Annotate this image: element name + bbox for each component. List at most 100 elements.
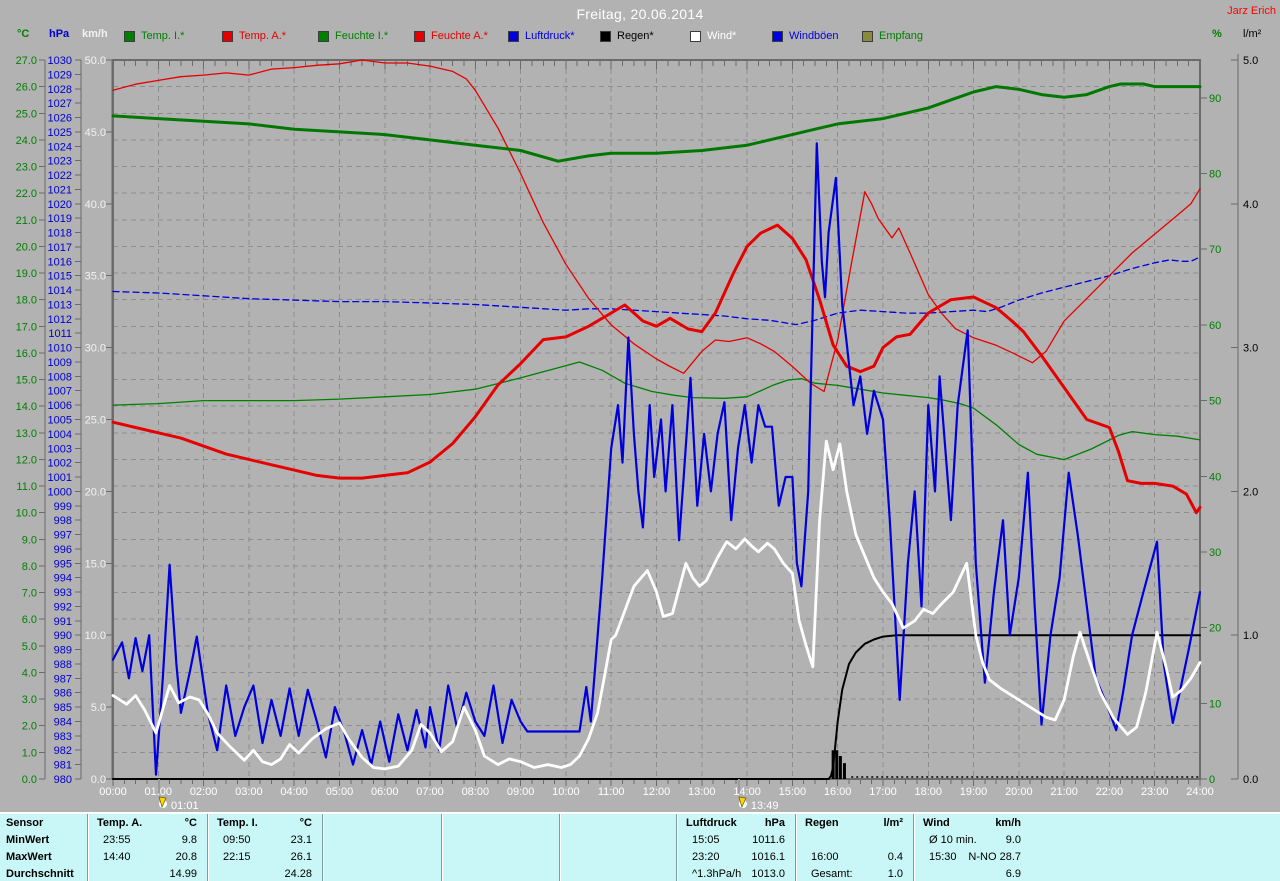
svg-text:40.0: 40.0 bbox=[85, 199, 106, 211]
svg-text:10.0: 10.0 bbox=[16, 508, 37, 520]
svg-text:07:00: 07:00 bbox=[416, 786, 444, 798]
svg-text:35.0: 35.0 bbox=[85, 271, 106, 283]
svg-text:981: 981 bbox=[54, 760, 72, 772]
svg-text:9.0: 9.0 bbox=[22, 534, 37, 546]
svg-text:10.0: 10.0 bbox=[85, 630, 106, 642]
svg-text:25.0: 25.0 bbox=[85, 415, 106, 427]
svg-text:994: 994 bbox=[54, 573, 72, 585]
table-col-unit: l/m² bbox=[883, 817, 903, 829]
svg-text:04:00: 04:00 bbox=[280, 786, 308, 798]
table-cell-value: 24.28 bbox=[284, 868, 312, 880]
sun-marker-icon bbox=[738, 796, 747, 809]
svg-text:982: 982 bbox=[54, 745, 72, 757]
svg-text:90: 90 bbox=[1209, 93, 1221, 105]
svg-text:983: 983 bbox=[54, 731, 72, 743]
svg-text:13:49: 13:49 bbox=[751, 800, 779, 812]
svg-text:26.0: 26.0 bbox=[16, 82, 37, 94]
table-col-unit: hPa bbox=[764, 817, 785, 829]
svg-text:5.0: 5.0 bbox=[91, 702, 106, 714]
svg-text:15.0: 15.0 bbox=[16, 375, 37, 387]
svg-text:997: 997 bbox=[54, 530, 72, 542]
axis-pct: 0 10 20 30 40 50 60 70 80 90 bbox=[1200, 93, 1221, 786]
svg-text:1021: 1021 bbox=[48, 184, 72, 196]
svg-text:45.0: 45.0 bbox=[85, 127, 106, 139]
svg-text:1.0: 1.0 bbox=[1243, 630, 1258, 642]
svg-text:25.0: 25.0 bbox=[16, 108, 37, 120]
svg-text:3.0: 3.0 bbox=[22, 694, 37, 706]
svg-text:30.0: 30.0 bbox=[85, 343, 106, 355]
svg-text:1005: 1005 bbox=[48, 415, 72, 427]
table-cell-value: 1.0 bbox=[887, 868, 903, 880]
svg-text:22:00: 22:00 bbox=[1096, 786, 1124, 798]
svg-text:6.0: 6.0 bbox=[22, 614, 37, 626]
svg-text:1024: 1024 bbox=[48, 141, 72, 153]
svg-text:992: 992 bbox=[54, 601, 72, 613]
svg-text:24:00: 24:00 bbox=[1186, 786, 1214, 798]
table-divider bbox=[441, 814, 442, 881]
svg-text:08:00: 08:00 bbox=[462, 786, 490, 798]
svg-text:1007: 1007 bbox=[48, 386, 72, 398]
svg-text:0: 0 bbox=[1209, 774, 1215, 786]
svg-text:1018: 1018 bbox=[48, 228, 72, 240]
svg-text:00:00: 00:00 bbox=[99, 786, 127, 798]
table-col-unit: °C bbox=[299, 817, 312, 829]
svg-text:1008: 1008 bbox=[48, 371, 72, 383]
svg-text:60: 60 bbox=[1209, 320, 1221, 332]
svg-text:20:00: 20:00 bbox=[1005, 786, 1033, 798]
table-cell-value: 6.9 bbox=[1005, 868, 1021, 880]
table-divider bbox=[795, 814, 796, 881]
svg-text:50.0: 50.0 bbox=[85, 55, 106, 67]
svg-text:21:00: 21:00 bbox=[1050, 786, 1078, 798]
table-cell-value: 9.0 bbox=[1005, 834, 1021, 846]
svg-text:993: 993 bbox=[54, 587, 72, 599]
svg-text:1.0: 1.0 bbox=[22, 747, 37, 759]
weather-chart-svg: 0.0 1.0 2.0 3.0 4.0 5.0 6.0 7.0 8.0 9.0 10.0 11.0 12… bbox=[16, 54, 1258, 812]
table-cell-value: 1011.6 bbox=[752, 834, 785, 846]
plot-border bbox=[112, 59, 1201, 780]
svg-text:15.0: 15.0 bbox=[85, 558, 106, 570]
svg-text:1023: 1023 bbox=[48, 156, 72, 168]
svg-text:0.0: 0.0 bbox=[91, 774, 106, 786]
table-row-label: MaxWert bbox=[6, 851, 52, 863]
svg-text:1006: 1006 bbox=[48, 400, 72, 412]
svg-text:70: 70 bbox=[1209, 244, 1221, 256]
table-col-unit: km/h bbox=[995, 817, 1021, 829]
svg-text:1014: 1014 bbox=[48, 285, 72, 297]
table-divider bbox=[676, 814, 677, 881]
table-row-label: Sensor bbox=[6, 817, 44, 829]
svg-text:01:01: 01:01 bbox=[171, 800, 199, 812]
table-cell-value: 1016.1 bbox=[751, 851, 785, 863]
svg-text:5.0: 5.0 bbox=[1243, 55, 1258, 67]
svg-text:05:00: 05:00 bbox=[326, 786, 354, 798]
svg-text:17:00: 17:00 bbox=[869, 786, 897, 798]
table-divider bbox=[559, 814, 560, 881]
svg-text:0.0: 0.0 bbox=[22, 774, 37, 786]
table-divider bbox=[87, 814, 88, 881]
svg-text:16.0: 16.0 bbox=[16, 348, 37, 360]
svg-text:10:00: 10:00 bbox=[552, 786, 580, 798]
svg-text:80: 80 bbox=[1209, 169, 1221, 181]
table-cell-value: N-NO 28.7 bbox=[968, 851, 1021, 863]
table-cell-value: 20.8 bbox=[175, 851, 197, 863]
svg-text:18:00: 18:00 bbox=[914, 786, 942, 798]
svg-text:990: 990 bbox=[54, 630, 72, 642]
table-cell-value: 1013.0 bbox=[751, 868, 785, 880]
svg-text:1020: 1020 bbox=[48, 199, 72, 211]
svg-text:1026: 1026 bbox=[48, 113, 72, 125]
svg-text:11:00: 11:00 bbox=[598, 786, 625, 798]
axis-c: 0.0 1.0 2.0 3.0 4.0 5.0 6.0 7.0 8.0 9.0 10.0 11.0 12… bbox=[16, 55, 46, 786]
table-cell-value: 0.4 bbox=[887, 851, 903, 863]
svg-text:985: 985 bbox=[54, 702, 72, 714]
moon-marker-icon bbox=[158, 796, 168, 809]
table-cell-value: 26.1 bbox=[290, 851, 312, 863]
table-col-unit: °C bbox=[184, 817, 197, 829]
table-row-label: MinWert bbox=[6, 834, 50, 846]
svg-text:02:00: 02:00 bbox=[190, 786, 218, 798]
svg-text:986: 986 bbox=[54, 688, 72, 700]
svg-text:23.0: 23.0 bbox=[16, 162, 37, 174]
svg-text:1004: 1004 bbox=[48, 429, 72, 441]
svg-text:11.0: 11.0 bbox=[16, 481, 37, 493]
svg-text:1030: 1030 bbox=[48, 55, 72, 67]
svg-text:19.0: 19.0 bbox=[16, 268, 37, 280]
svg-text:13.0: 13.0 bbox=[16, 428, 37, 440]
